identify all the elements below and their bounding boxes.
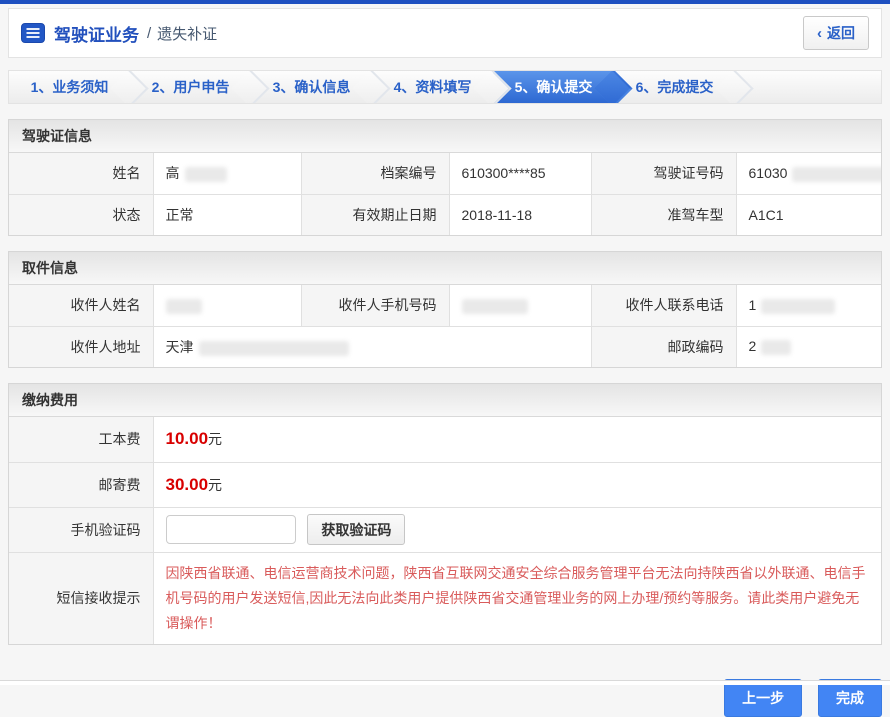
table-row: 收件人地址 天津 邮政编码 2 bbox=[9, 326, 881, 367]
back-button-label: 返回 bbox=[827, 23, 855, 43]
page-container: 驾驶证业务 / 遗失补证 ‹ 返回 1、业务须知 2、用户申告 3、确认信息 4… bbox=[0, 4, 890, 717]
recipient-tel-label: 收件人联系电话 bbox=[591, 285, 736, 326]
postage-fee-label: 邮寄费 bbox=[9, 462, 153, 507]
name-label: 姓名 bbox=[9, 153, 153, 194]
name-value: 高 bbox=[153, 153, 301, 194]
table-row: 手机验证码 获取验证码 bbox=[9, 507, 881, 552]
expiry-label: 有效期止日期 bbox=[301, 194, 449, 235]
status-value: 正常 bbox=[153, 194, 301, 235]
table-row: 姓名 高 档案编号 610300****85 驾驶证号码 61030 bbox=[9, 153, 881, 194]
table-row: 收件人姓名 收件人手机号码 收件人联系电话 1 bbox=[9, 285, 881, 326]
postage-fee-value: 30.00元 bbox=[153, 462, 881, 507]
recipient-name-label: 收件人姓名 bbox=[9, 285, 153, 326]
step-1-business-notice[interactable]: 1、业务须知 bbox=[9, 71, 130, 103]
step-6-complete-submit[interactable]: 6、完成提交 bbox=[614, 71, 735, 103]
breadcrumb-divider: / bbox=[147, 25, 151, 42]
license-menu-icon bbox=[21, 23, 45, 43]
production-fee-amount: 10.00 bbox=[166, 429, 209, 448]
redacted-blur bbox=[761, 340, 791, 355]
pickup-section-title: 取件信息 bbox=[9, 252, 881, 285]
redacted-blur bbox=[761, 299, 835, 314]
expiry-value: 2018-11-18 bbox=[449, 194, 591, 235]
page-bottom-divider bbox=[0, 680, 890, 685]
vehicle-class-value: A1C1 bbox=[736, 194, 881, 235]
step-2-user-declaration[interactable]: 2、用户申告 bbox=[130, 71, 251, 103]
vehicle-class-label: 准驾车型 bbox=[591, 194, 736, 235]
breadcrumb-current: 遗失补证 bbox=[157, 23, 217, 44]
sms-captcha-input[interactable] bbox=[166, 515, 296, 544]
fees-table: 工本费 10.00元 邮寄费 30.00元 手机验证码 获取验证码 短信接收提示… bbox=[9, 417, 881, 644]
page-header: 驾驶证业务 / 遗失补证 ‹ 返回 bbox=[8, 8, 882, 58]
back-button[interactable]: ‹ 返回 bbox=[803, 16, 869, 50]
fees-section: 缴纳费用 工本费 10.00元 邮寄费 30.00元 手机验证码 获取验证码 短… bbox=[8, 383, 882, 645]
pickup-info-section: 取件信息 收件人姓名 收件人手机号码 收件人联系电话 1 收件人地址 天津 邮政… bbox=[8, 251, 882, 368]
redacted-blur bbox=[462, 299, 528, 314]
production-fee-value: 10.00元 bbox=[153, 417, 881, 462]
sms-notice-text: 因陕西省联通、电信运营商技术问题，陕西省互联网交通安全综合服务管理平台无法向持陕… bbox=[166, 561, 870, 636]
chevron-left-icon: ‹ bbox=[817, 26, 822, 41]
file-no-value: 610300****85 bbox=[449, 153, 591, 194]
step-wizard: 1、业务须知 2、用户申告 3、确认信息 4、资料填写 5、确认提交 6、完成提… bbox=[8, 70, 882, 104]
redacted-blur bbox=[199, 341, 349, 356]
license-no-label: 驾驶证号码 bbox=[591, 153, 736, 194]
postage-fee-amount: 30.00 bbox=[166, 475, 209, 494]
license-section-title: 驾驶证信息 bbox=[9, 120, 881, 153]
sms-captcha-label: 手机验证码 bbox=[9, 507, 153, 552]
license-info-section: 驾驶证信息 姓名 高 档案编号 610300****85 驾驶证号码 61030… bbox=[8, 119, 882, 236]
redacted-blur bbox=[792, 167, 881, 182]
postage-fee-unit: 元 bbox=[208, 477, 222, 493]
recipient-name-value bbox=[153, 285, 301, 326]
address-label: 收件人地址 bbox=[9, 326, 153, 367]
status-label: 状态 bbox=[9, 194, 153, 235]
sms-notice-cell: 因陕西省联通、电信运营商技术问题，陕西省互联网交通安全综合服务管理平台无法向持陕… bbox=[153, 552, 881, 644]
recipient-tel-value: 1 bbox=[736, 285, 881, 326]
recipient-mobile-value bbox=[449, 285, 591, 326]
sms-notice-label: 短信接收提示 bbox=[9, 552, 153, 644]
sms-captcha-cell: 获取验证码 bbox=[153, 507, 881, 552]
postal-code-value: 2 bbox=[736, 326, 881, 367]
license-info-table: 姓名 高 档案编号 610300****85 驾驶证号码 61030 状态 正常… bbox=[9, 153, 881, 235]
recipient-mobile-label: 收件人手机号码 bbox=[301, 285, 449, 326]
redacted-blur bbox=[185, 167, 227, 182]
production-fee-unit: 元 bbox=[208, 431, 222, 447]
redacted-blur bbox=[166, 299, 202, 314]
table-row: 工本费 10.00元 bbox=[9, 417, 881, 462]
fees-section-title: 缴纳费用 bbox=[9, 384, 881, 417]
address-value: 天津 bbox=[153, 326, 591, 367]
file-no-label: 档案编号 bbox=[301, 153, 449, 194]
page-title: 驾驶证业务 bbox=[54, 21, 139, 46]
production-fee-label: 工本费 bbox=[9, 417, 153, 462]
table-row: 邮寄费 30.00元 bbox=[9, 462, 881, 507]
table-row: 状态 正常 有效期止日期 2018-11-18 准驾车型 A1C1 bbox=[9, 194, 881, 235]
step-4-fill-materials[interactable]: 4、资料填写 bbox=[372, 71, 493, 103]
postal-code-label: 邮政编码 bbox=[591, 326, 736, 367]
pickup-info-table: 收件人姓名 收件人手机号码 收件人联系电话 1 收件人地址 天津 邮政编码 2 bbox=[9, 285, 881, 367]
get-captcha-button[interactable]: 获取验证码 bbox=[307, 514, 405, 545]
step-3-confirm-info[interactable]: 3、确认信息 bbox=[251, 71, 372, 103]
license-no-value: 61030 bbox=[736, 153, 881, 194]
table-row: 短信接收提示 因陕西省联通、电信运营商技术问题，陕西省互联网交通安全综合服务管理… bbox=[9, 552, 881, 644]
step-5-confirm-submit-active[interactable]: 5、确认提交 bbox=[493, 71, 614, 103]
